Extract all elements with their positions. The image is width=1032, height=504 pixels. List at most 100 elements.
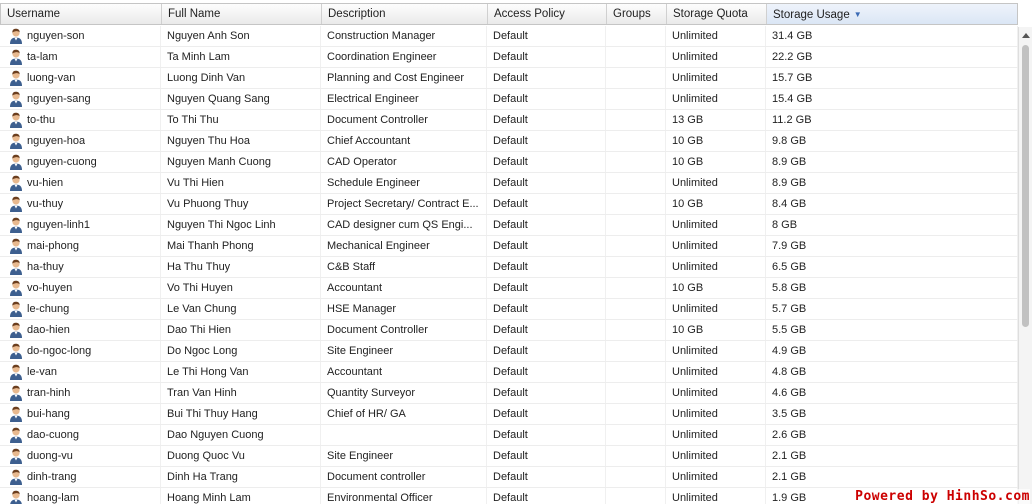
row-groups	[606, 236, 666, 256]
column-header-groups[interactable]: Groups	[607, 4, 667, 24]
column-header-access-policy[interactable]: Access Policy	[488, 4, 607, 24]
row-access-policy: Default	[487, 89, 606, 109]
table-row[interactable]: to-thu To Thi Thu Document Controller Defau…	[0, 110, 1018, 131]
row-storage-usage: 8 GB	[766, 215, 1018, 235]
column-header-storage-quota[interactable]: Storage Quota	[667, 4, 767, 24]
table-row[interactable]: dao-cuong Dao Nguyen Cuong Default Unlimite…	[0, 425, 1018, 446]
row-description: Mechanical Engineer	[321, 236, 487, 256]
table-row[interactable]: nguyen-hoa Nguyen Thu Hoa Chief Accountant…	[0, 131, 1018, 152]
table-row[interactable]: nguyen-linh1 Nguyen Thi Ngoc Linh CAD des…	[0, 215, 1018, 236]
row-groups	[606, 152, 666, 172]
table-row[interactable]: vu-thuy Vu Phuong Thuy Project Secretary/ …	[0, 194, 1018, 215]
vertical-scrollbar[interactable]	[1018, 27, 1032, 504]
row-full-name: Dao Nguyen Cuong	[161, 425, 321, 445]
username-text: duong-vu	[27, 450, 73, 462]
row-username: dinh-trang	[0, 467, 161, 487]
row-storage-usage: 15.4 GB	[766, 89, 1018, 109]
row-access-policy: Default	[487, 341, 606, 361]
table-row[interactable]: le-van Le Thi Hong Van Accountant Default Un…	[0, 362, 1018, 383]
row-groups	[606, 89, 666, 109]
table-row[interactable]: vo-huyen Vo Thi Huyen Accountant Default 10 …	[0, 278, 1018, 299]
user-icon	[9, 175, 23, 191]
table-row[interactable]: dinh-trang Dinh Ha Trang Document controll…	[0, 467, 1018, 488]
column-header-label: Groups	[613, 8, 651, 20]
username-text: bui-hang	[27, 408, 70, 420]
row-access-policy: Default	[487, 404, 606, 424]
row-username: nguyen-cuong	[0, 152, 161, 172]
row-groups	[606, 425, 666, 445]
table-row[interactable]: bui-hang Bui Thi Thuy Hang Chief of HR/ GA…	[0, 404, 1018, 425]
table-row[interactable]: le-chung Le Van Chung HSE Manager Default Un…	[0, 299, 1018, 320]
row-description: Planning and Cost Engineer	[321, 68, 487, 88]
row-full-name: Le Thi Hong Van	[161, 362, 321, 382]
row-storage-usage: 2.1 GB	[766, 446, 1018, 466]
row-username: mai-phong	[0, 236, 161, 256]
row-groups	[606, 467, 666, 487]
row-groups	[606, 257, 666, 277]
row-description: Electrical Engineer	[321, 89, 487, 109]
row-storage-quota: Unlimited	[666, 236, 766, 256]
row-description: C&B Staff	[321, 257, 487, 277]
row-storage-usage: 8.9 GB	[766, 152, 1018, 172]
user-icon	[9, 385, 23, 401]
scrollbar-thumb[interactable]	[1022, 45, 1029, 327]
table-row[interactable]: luong-van Luong Dinh Van Planning and Cost…	[0, 68, 1018, 89]
column-header-storage-usage[interactable]: Storage Usage ▼	[767, 4, 1017, 24]
column-header-full-name[interactable]: Full Name	[162, 4, 322, 24]
row-storage-usage: 4.8 GB	[766, 362, 1018, 382]
row-description: Document controller	[321, 467, 487, 487]
row-username: tran-hinh	[0, 383, 161, 403]
table-row[interactable]: nguyen-cuong Nguyen Manh Cuong CAD Operato…	[0, 152, 1018, 173]
row-storage-usage: 22.2 GB	[766, 47, 1018, 67]
username-text: tran-hinh	[27, 387, 71, 399]
table-row[interactable]: do-ngoc-long Do Ngoc Long Site Engineer Def…	[0, 341, 1018, 362]
table-row[interactable]: duong-vu Duong Quoc Vu Site Engineer Defaul…	[0, 446, 1018, 467]
column-header-username[interactable]: Username	[1, 4, 162, 24]
row-access-policy: Default	[487, 446, 606, 466]
username-text: dao-hien	[27, 324, 70, 336]
table-row[interactable]: nguyen-sang Nguyen Quang Sang Electrical E…	[0, 89, 1018, 110]
table-row[interactable]: tran-hinh Tran Van Hinh Quantity Surveyor D…	[0, 383, 1018, 404]
user-icon	[9, 343, 23, 359]
username-text: do-ngoc-long	[27, 345, 92, 357]
table-row[interactable]: mai-phong Mai Thanh Phong Mechanical Engin…	[0, 236, 1018, 257]
row-storage-quota: Unlimited	[666, 47, 766, 67]
row-username: vo-huyen	[0, 278, 161, 298]
row-storage-usage: 11.2 GB	[766, 110, 1018, 130]
row-username: do-ngoc-long	[0, 341, 161, 361]
row-access-policy: Default	[487, 152, 606, 172]
row-storage-usage: 8.4 GB	[766, 194, 1018, 214]
row-full-name: Vo Thi Huyen	[161, 278, 321, 298]
table-row[interactable]: dao-hien Dao Thi Hien Document Controller D…	[0, 320, 1018, 341]
row-groups	[606, 362, 666, 382]
row-storage-usage: 15.7 GB	[766, 68, 1018, 88]
row-description: Construction Manager	[321, 26, 487, 46]
row-groups	[606, 488, 666, 504]
row-description: Document Controller	[321, 320, 487, 340]
username-text: hoang-lam	[27, 492, 79, 504]
column-header-description[interactable]: Description	[322, 4, 488, 24]
username-text: vu-thuy	[27, 198, 64, 210]
row-description: Coordination Engineer	[321, 47, 487, 67]
column-header-row: Username Full Name Description Access Po…	[0, 3, 1018, 25]
row-full-name: Ha Thu Thuy	[161, 257, 321, 277]
table-row[interactable]: ha-thuy Ha Thu Thuy C&B Staff Default Unlimi…	[0, 257, 1018, 278]
row-groups	[606, 47, 666, 67]
username-text: to-thu	[27, 114, 56, 126]
row-access-policy: Default	[487, 194, 606, 214]
row-username: bui-hang	[0, 404, 161, 424]
row-username: nguyen-linh1	[0, 215, 161, 235]
row-username: ha-thuy	[0, 257, 161, 277]
username-text: ta-lam	[27, 51, 58, 63]
table-row[interactable]: vu-hien Vu Thi Hien Schedule Engineer Defau…	[0, 173, 1018, 194]
row-groups	[606, 110, 666, 130]
row-full-name: Ta Minh Lam	[161, 47, 321, 67]
username-text: luong-van	[27, 72, 76, 84]
scroll-up-arrow-icon[interactable]	[1022, 33, 1030, 38]
row-username: to-thu	[0, 110, 161, 130]
row-access-policy: Default	[487, 488, 606, 504]
row-storage-quota: Unlimited	[666, 446, 766, 466]
table-row[interactable]: ta-lam Ta Minh Lam Coordination Engineer De…	[0, 47, 1018, 68]
table-row[interactable]: nguyen-son Nguyen Anh Son Construction Man…	[0, 26, 1018, 47]
user-icon	[9, 469, 23, 485]
